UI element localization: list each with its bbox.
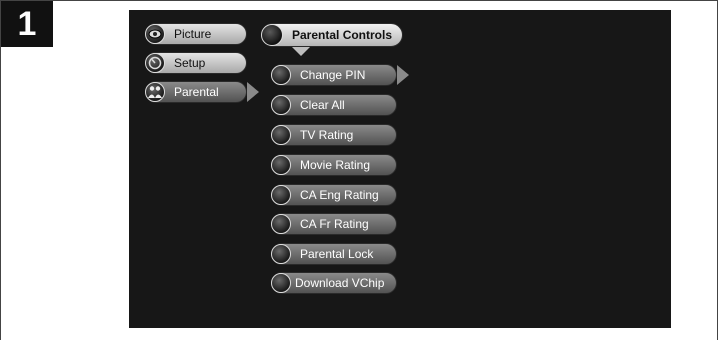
- title-knob-icon: [261, 24, 283, 46]
- knob-icon: [271, 273, 291, 293]
- submenu-item-ca-fr-rating[interactable]: CA Fr Rating: [271, 213, 397, 235]
- knob-icon: [271, 214, 291, 234]
- eye-icon: [145, 24, 165, 44]
- down-arrow-icon: [292, 47, 310, 56]
- main-menu-label: Picture: [174, 27, 212, 41]
- submenu-title-label: Parental Controls: [292, 28, 393, 42]
- knob-icon: [271, 125, 291, 145]
- submenu-item-ca-eng-rating[interactable]: CA Eng Rating: [271, 184, 397, 206]
- main-menu-label: Setup: [174, 56, 206, 70]
- submenu-item-clear-all[interactable]: Clear All: [271, 94, 397, 116]
- family-icon: [145, 82, 165, 102]
- selected-arrow-icon: [247, 82, 259, 102]
- knob-icon: [271, 185, 291, 205]
- submenu-item-label: CA Eng Rating: [300, 188, 379, 202]
- main-menu-item-parental[interactable]: Parental: [145, 81, 247, 103]
- knob-icon: [271, 244, 291, 264]
- knob-icon: [271, 95, 291, 115]
- main-menu-label: Parental: [174, 85, 219, 99]
- submenu-item-download-vchip[interactable]: Download VChip: [271, 272, 397, 294]
- submenu-item-label: Change PIN: [300, 68, 366, 82]
- submenu-item-label: Clear All: [300, 98, 345, 112]
- main-menu-item-setup[interactable]: Setup: [145, 52, 247, 74]
- step-number-badge: 1: [1, 1, 53, 47]
- submenu-item-movie-rating[interactable]: Movie Rating: [271, 154, 397, 176]
- submenu-item-change-pin[interactable]: Change PIN: [271, 64, 397, 86]
- main-menu-item-picture[interactable]: Picture: [145, 23, 247, 45]
- submenu-item-label: Movie Rating: [300, 158, 371, 172]
- submenu-item-label: Download VChip: [295, 276, 385, 290]
- knob-icon: [271, 65, 291, 85]
- submenu-arrow-icon: [397, 65, 409, 85]
- submenu-title: Parental Controls: [261, 23, 403, 47]
- submenu-item-parental-lock[interactable]: Parental Lock: [271, 243, 397, 265]
- knob-icon: [271, 155, 291, 175]
- submenu-item-tv-rating[interactable]: TV Rating: [271, 124, 397, 146]
- submenu-item-label: CA Fr Rating: [300, 217, 369, 231]
- submenu-item-label: Parental Lock: [300, 247, 374, 261]
- tv-menu-screen: Picture Setup Parental Parental Controls…: [129, 10, 671, 328]
- submenu-item-label: TV Rating: [300, 128, 354, 142]
- dial-icon: [145, 53, 165, 73]
